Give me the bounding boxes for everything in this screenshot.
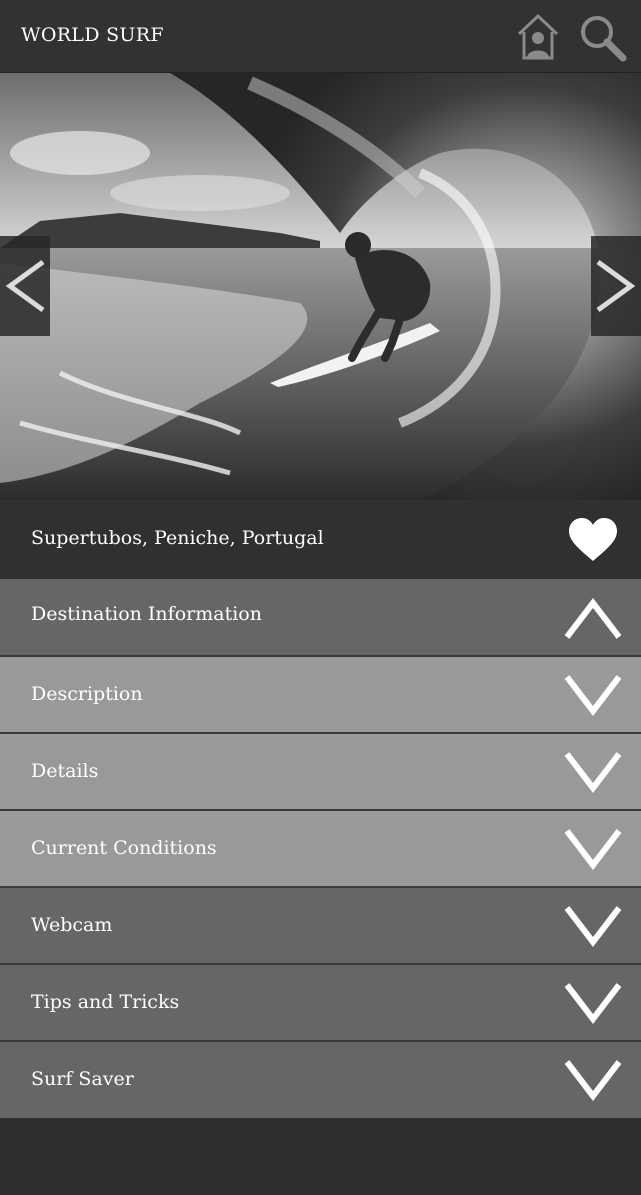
section-label: Surf Saver xyxy=(31,1068,134,1090)
carousel-next-button[interactable] xyxy=(591,236,641,336)
chevron-up-icon xyxy=(564,597,622,643)
section-description[interactable]: Description xyxy=(0,657,641,734)
chevron-down-icon xyxy=(564,983,622,1029)
section-label: Details xyxy=(31,760,99,782)
section-surf-saver[interactable]: Surf Saver xyxy=(0,1042,641,1118)
chevron-down-icon xyxy=(564,1060,622,1106)
chevron-down-icon xyxy=(564,752,622,798)
home-person-icon[interactable] xyxy=(516,12,560,66)
section-tips-and-tricks[interactable]: Tips and Tricks xyxy=(0,965,641,1042)
location-bar: Supertubos, Peniche, Portugal xyxy=(0,500,641,579)
app-header: WORLD SURF xyxy=(0,0,641,73)
surf-photo xyxy=(0,73,641,500)
section-label: Destination Information xyxy=(31,603,262,625)
chevron-right-icon xyxy=(596,259,636,313)
hero-image xyxy=(0,73,641,500)
chevron-down-icon xyxy=(564,829,622,875)
section-destination-information[interactable]: Destination Information xyxy=(0,579,641,657)
section-label: Description xyxy=(31,683,143,705)
chevron-down-icon xyxy=(564,906,622,952)
section-label: Tips and Tricks xyxy=(31,991,180,1013)
search-icon[interactable] xyxy=(579,14,627,66)
section-current-conditions[interactable]: Current Conditions xyxy=(0,811,641,888)
section-details[interactable]: Details xyxy=(0,734,641,811)
chevron-down-icon xyxy=(564,675,622,721)
carousel-prev-button[interactable] xyxy=(0,236,50,336)
section-label: Current Conditions xyxy=(31,837,217,859)
section-label: Webcam xyxy=(31,914,113,936)
section-webcam[interactable]: Webcam xyxy=(0,888,641,965)
footer-bar xyxy=(0,1118,641,1195)
chevron-left-icon xyxy=(5,259,45,313)
location-name: Supertubos, Peniche, Portugal xyxy=(31,527,324,549)
app-title: WORLD SURF xyxy=(21,24,164,46)
heart-icon[interactable] xyxy=(567,517,619,567)
